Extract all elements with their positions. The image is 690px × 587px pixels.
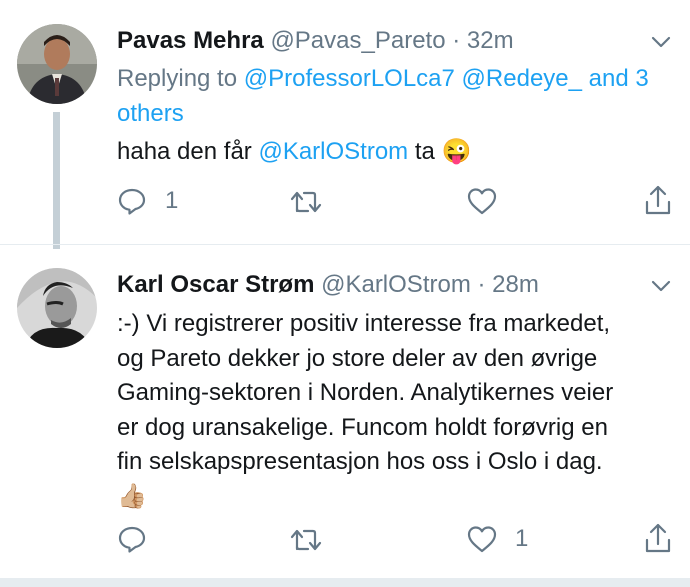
tweet-karl-oscar-strom[interactable]: Karl Oscar Strøm @KarlOStrom · 28m :-) V… — [0, 262, 690, 584]
thread-line — [53, 112, 60, 249]
separator: · — [452, 27, 461, 54]
reply-icon — [118, 526, 146, 553]
reply-button[interactable]: 1 — [117, 186, 178, 216]
share-button[interactable] — [644, 522, 672, 554]
retweet-icon — [290, 529, 322, 551]
avatar-karl-oscar-strom[interactable] — [17, 268, 97, 348]
text-segment: haha den får — [117, 138, 252, 165]
like-count: 1 — [515, 525, 529, 552]
heart-icon — [467, 526, 497, 553]
like-button[interactable] — [467, 187, 497, 215]
text-line: og Pareto dekker jo store deler av den ø… — [117, 344, 598, 372]
share-icon — [645, 523, 671, 553]
tweet-header: Karl Oscar Strøm @KarlOStrom · 28m — [117, 270, 539, 300]
text-segment: ta — [414, 138, 435, 165]
separator: · — [477, 271, 486, 298]
tweet-text: haha den får @KarlOStrom ta 😜 — [117, 135, 471, 169]
text-line: :-) Vi registrerer positiv interesse fra… — [117, 310, 611, 337]
heart-icon — [467, 188, 497, 215]
reply-button[interactable] — [117, 524, 165, 554]
winking-tongue-emoji: 😜 — [441, 138, 472, 165]
mention-link[interactable]: @KarlOStrom — [258, 138, 408, 165]
replying-to-label: Replying to — [117, 65, 238, 92]
text-line: fin selskapspresentasjon hos oss i Oslo … — [117, 448, 603, 475]
reply-context: Replying to @ProfessorLOLca7 @Redeye_ an… — [117, 61, 677, 131]
thumbs-up-emoji: 👍🏼 — [117, 482, 147, 510]
tweet-divider — [0, 244, 690, 245]
share-icon — [645, 185, 671, 215]
text-line: er dog uransakelige. Funcom holdt forøvr… — [117, 413, 608, 441]
mention-link[interactable]: @ProfessorLOLca7 — [244, 65, 455, 92]
handle[interactable]: @Pavas_Pareto — [270, 27, 445, 54]
tweet-pavas-mehra[interactable]: Pavas Mehra @Pavas_Pareto · 32m Replying… — [0, 0, 690, 249]
chevron-down-icon[interactable] — [649, 274, 673, 298]
tweet-text: :-) Vi registrerer positiv interesse fra… — [117, 307, 613, 514]
display-name[interactable]: Pavas Mehra — [117, 27, 264, 54]
avatar-pavas-mehra[interactable] — [17, 24, 97, 104]
share-button[interactable] — [644, 184, 672, 216]
retweet-button[interactable] — [289, 189, 323, 215]
reply-count: 1 — [165, 187, 179, 214]
handle[interactable]: @KarlOStrom — [321, 271, 471, 298]
mention-link[interactable]: @Redeye_ — [462, 65, 582, 92]
like-button[interactable]: 1 — [467, 525, 528, 553]
retweet-icon — [290, 191, 322, 213]
timestamp[interactable]: 28m — [492, 271, 539, 298]
text-line: Gaming-sektoren i Norden. Analytikernes … — [117, 379, 614, 406]
bottom-separator — [0, 578, 690, 587]
timestamp[interactable]: 32m — [467, 27, 514, 54]
reply-icon — [118, 188, 146, 215]
and-label: and — [588, 65, 629, 92]
retweet-button[interactable] — [289, 527, 323, 553]
tweet-header: Pavas Mehra @Pavas_Pareto · 32m — [117, 26, 514, 56]
chevron-down-icon[interactable] — [649, 30, 673, 54]
display-name[interactable]: Karl Oscar Strøm — [117, 271, 314, 298]
